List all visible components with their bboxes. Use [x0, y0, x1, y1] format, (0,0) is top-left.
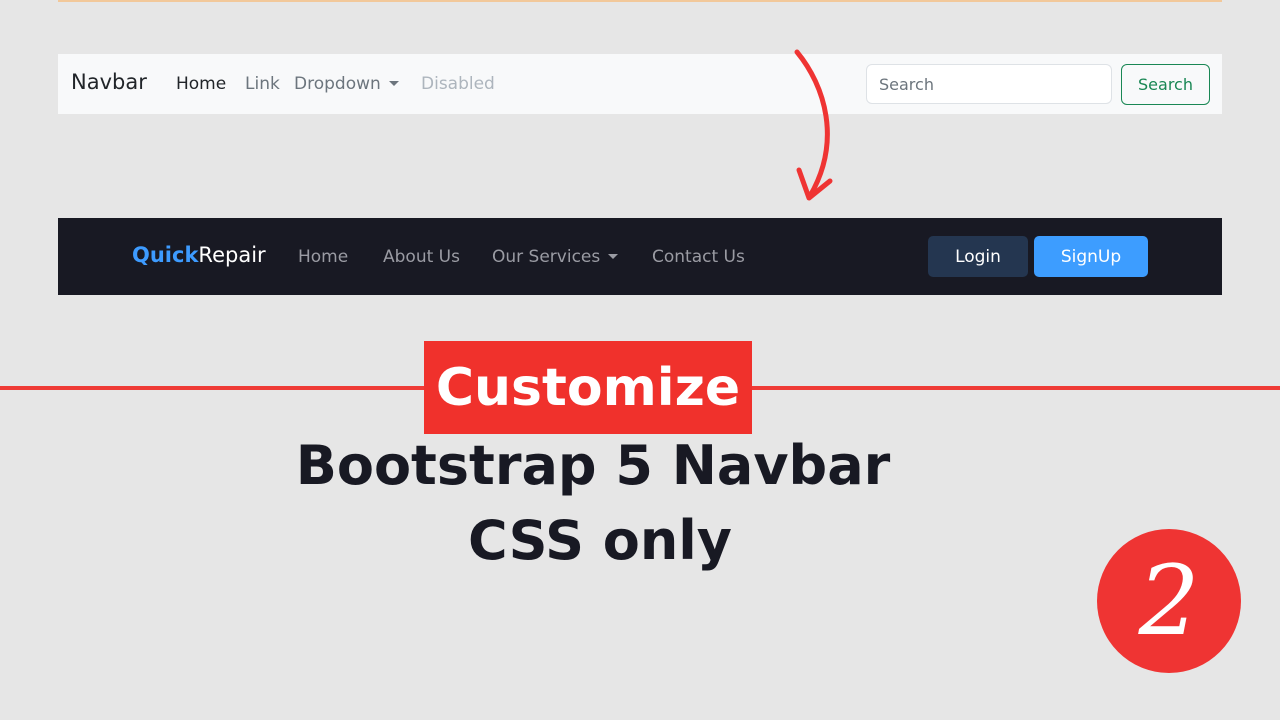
nav-link-dropdown[interactable]: Dropdown [294, 74, 399, 94]
signup-button[interactable]: SignUp [1034, 236, 1148, 277]
curved-arrow-icon [794, 49, 833, 201]
nav-link-contact[interactable]: Contact Us [652, 247, 745, 267]
nav-link-services[interactable]: Our Services [492, 247, 619, 267]
episode-number-badge: 2 [1097, 529, 1241, 673]
customize-label: Customize [424, 341, 752, 434]
nav-link-link[interactable]: Link [245, 74, 280, 94]
nav-link-dropdown-label: Dropdown [294, 74, 381, 94]
custom-dark-navbar: QuickRepair Home About Us Our Services C… [58, 218, 1222, 295]
title-line-1: Bootstrap 5 Navbar [295, 434, 891, 497]
brand-rest-text: Repair [198, 243, 266, 267]
login-button[interactable]: Login [928, 236, 1028, 277]
nav-link-home-dark[interactable]: Home [298, 247, 348, 267]
navbar-brand[interactable]: Navbar [71, 70, 147, 94]
nav-link-about[interactable]: About Us [383, 247, 460, 267]
nav-link-home[interactable]: Home [176, 74, 226, 94]
caret-down-icon [608, 254, 619, 259]
caret-down-icon [388, 81, 399, 86]
search-button[interactable]: Search [1121, 64, 1210, 105]
quickrepair-brand[interactable]: QuickRepair [132, 243, 266, 267]
nav-link-disabled: Disabled [421, 74, 495, 94]
top-divider [58, 0, 1222, 2]
bootstrap-default-navbar: Navbar Home Link Dropdown Disabled Searc… [58, 54, 1222, 114]
title-line-2: CSS only [467, 509, 733, 572]
search-input[interactable] [866, 64, 1112, 104]
nav-link-services-label: Our Services [492, 247, 601, 267]
brand-accent-text: Quick [132, 243, 199, 267]
